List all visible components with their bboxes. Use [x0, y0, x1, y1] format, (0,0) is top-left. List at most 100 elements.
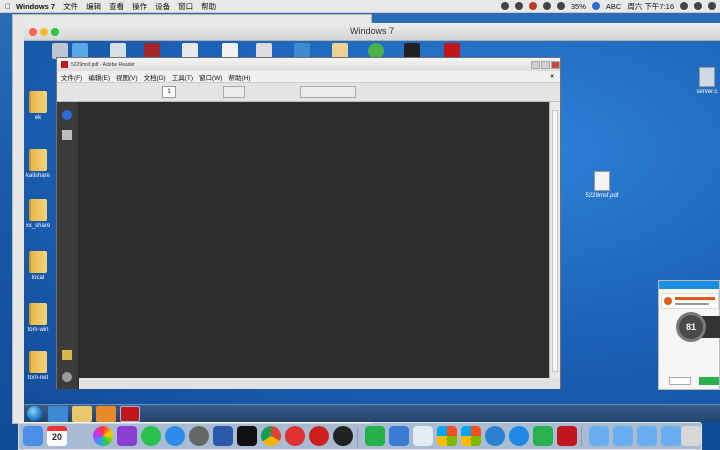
trash-icon[interactable]	[681, 426, 701, 446]
reader-menu-file[interactable]: 文件(F)	[61, 72, 82, 82]
battery-percent[interactable]: 35%	[571, 2, 586, 11]
menubar-item-help[interactable]: 帮助	[201, 1, 216, 12]
vertical-scrollbar[interactable]	[549, 102, 560, 378]
k-app-icon[interactable]	[165, 426, 185, 446]
wifi-icon[interactable]	[556, 2, 565, 10]
wechat-icon[interactable]	[141, 426, 161, 446]
warning-icon	[664, 297, 672, 305]
start-button[interactable]	[27, 406, 42, 421]
comments-icon[interactable]	[62, 350, 72, 360]
folder-icon[interactable]	[613, 426, 633, 446]
popup-header	[659, 281, 719, 289]
explorer-taskbar-icon[interactable]	[72, 406, 92, 422]
menubar-item-action[interactable]: 操作	[132, 1, 147, 12]
desktop-icon-folder[interactable]: ek	[24, 91, 58, 121]
info-icon[interactable]	[62, 110, 72, 120]
reader-menu-window[interactable]: 窗口(W)	[199, 72, 222, 82]
reader-menu-document[interactable]: 文档(D)	[144, 72, 166, 82]
menubar-item-window[interactable]: 窗口	[178, 1, 193, 12]
menubar-item-view[interactable]: 查看	[109, 1, 124, 12]
play-icon[interactable]	[365, 426, 385, 446]
scrollbar-thumb[interactable]	[552, 110, 558, 372]
app-tray-icon[interactable]	[542, 2, 551, 10]
folder-icon[interactable]	[637, 426, 657, 446]
pages-icon[interactable]	[62, 130, 72, 140]
folder-icon	[29, 351, 47, 373]
netease-music-icon[interactable]	[285, 426, 305, 446]
terminal-icon[interactable]	[237, 426, 257, 446]
ie-icon[interactable]	[509, 426, 529, 446]
performance-gauge[interactable]: 81	[676, 312, 706, 342]
notification-center-icon[interactable]	[708, 2, 716, 10]
maximize-icon[interactable]	[541, 60, 550, 69]
menubar-app-name[interactable]: Windows 7	[16, 2, 55, 11]
adobe-reader-icon[interactable]	[557, 426, 577, 446]
popup-secondary-button[interactable]	[669, 377, 691, 385]
windows-icon[interactable]	[461, 426, 481, 446]
spotlight-icon[interactable]	[680, 2, 688, 10]
navigation-pane	[57, 102, 79, 389]
alert-subtitle-bar	[675, 303, 709, 305]
desktop-icon-folder[interactable]: local	[24, 251, 58, 281]
desktop-icon-label: local	[31, 275, 45, 281]
document-area[interactable]	[79, 102, 549, 378]
netease-icon[interactable]	[309, 426, 329, 446]
mac-menubar:  Windows 7 文件 编辑 查看 操作 设备 窗口 帮助 35% ABC…	[0, 0, 720, 13]
system-preferences-icon[interactable]	[189, 426, 209, 446]
desktop-icon-server[interactable]: server.c	[690, 67, 720, 95]
popup-alert[interactable]	[661, 293, 719, 309]
attachment-icon[interactable]	[62, 372, 72, 382]
calendar-icon[interactable]: 20	[47, 426, 67, 446]
desktop-icon-pdf-file[interactable]: 5229msf.pdf	[580, 171, 624, 199]
folder-icon[interactable]	[589, 426, 609, 446]
reader-menu-help[interactable]: 帮助(H)	[228, 72, 250, 82]
windows-icon[interactable]	[437, 426, 457, 446]
zoom-input[interactable]	[223, 86, 245, 98]
vm-titlebar[interactable]: Windows 7	[24, 23, 720, 41]
minimize-icon[interactable]	[531, 60, 540, 69]
input-method-icon[interactable]	[591, 2, 600, 10]
popup-primary-button[interactable]	[699, 377, 719, 385]
globe-icon[interactable]	[485, 426, 505, 446]
search-input[interactable]	[300, 86, 356, 98]
menubar-item-edit[interactable]: 编辑	[86, 1, 101, 12]
menubar-clock[interactable]: 周六 下午7:16	[627, 1, 674, 12]
desktop-icon-label: kalishare	[25, 173, 50, 179]
menubar-item-devices[interactable]: 设备	[155, 1, 170, 12]
reader-menu-edit[interactable]: 编辑(E)	[88, 72, 110, 82]
desktop-icon-folder[interactable]: xx_share	[24, 199, 58, 229]
folder-icon[interactable]	[661, 426, 681, 446]
media-taskbar-icon[interactable]	[96, 406, 116, 422]
chrome-icon[interactable]	[261, 426, 281, 446]
app-icon[interactable]	[533, 426, 553, 446]
reader-titlebar[interactable]: 5229msf.pdf - Adobe Reader	[57, 58, 560, 71]
finder-icon[interactable]	[23, 426, 43, 446]
close-icon[interactable]	[551, 60, 560, 69]
word-icon[interactable]	[213, 426, 233, 446]
input-method-label[interactable]: ABC	[606, 2, 621, 11]
apple-icon[interactable]: 	[0, 2, 16, 11]
page-number-input[interactable]: 1	[162, 86, 176, 98]
desktop-icon-label: tom-win	[27, 327, 49, 333]
photos-icon[interactable]	[93, 426, 113, 446]
vm-icon[interactable]	[389, 426, 409, 446]
menubar-item-file[interactable]: 文件	[63, 1, 78, 12]
reader-menu-tools[interactable]: 工具(T)	[172, 72, 193, 82]
reader-menu-view[interactable]: 视图(V)	[116, 72, 138, 82]
record-tray-icon[interactable]	[528, 2, 537, 10]
bag-tray-icon[interactable]	[514, 2, 523, 10]
vm-title: Windows 7	[349, 26, 394, 36]
imovie-icon[interactable]	[117, 426, 137, 446]
close-document-button[interactable]: ×	[550, 73, 554, 80]
siri-icon[interactable]	[694, 2, 702, 10]
pdf-icon	[61, 61, 68, 68]
desktop-icon-folder[interactable]: tom-net	[24, 351, 58, 381]
desktop-icon-folder[interactable]: tom-win	[24, 303, 58, 333]
qq-tray-icon[interactable]	[500, 2, 509, 10]
ie-taskbar-icon[interactable]	[48, 406, 68, 422]
desktop-icon-folder[interactable]: kalishare	[24, 149, 58, 179]
adobe-reader-taskbar-icon[interactable]	[120, 406, 140, 422]
bird-app-icon[interactable]	[413, 426, 433, 446]
reader-toolbar: 1	[57, 83, 560, 102]
qq-icon[interactable]	[333, 426, 353, 446]
